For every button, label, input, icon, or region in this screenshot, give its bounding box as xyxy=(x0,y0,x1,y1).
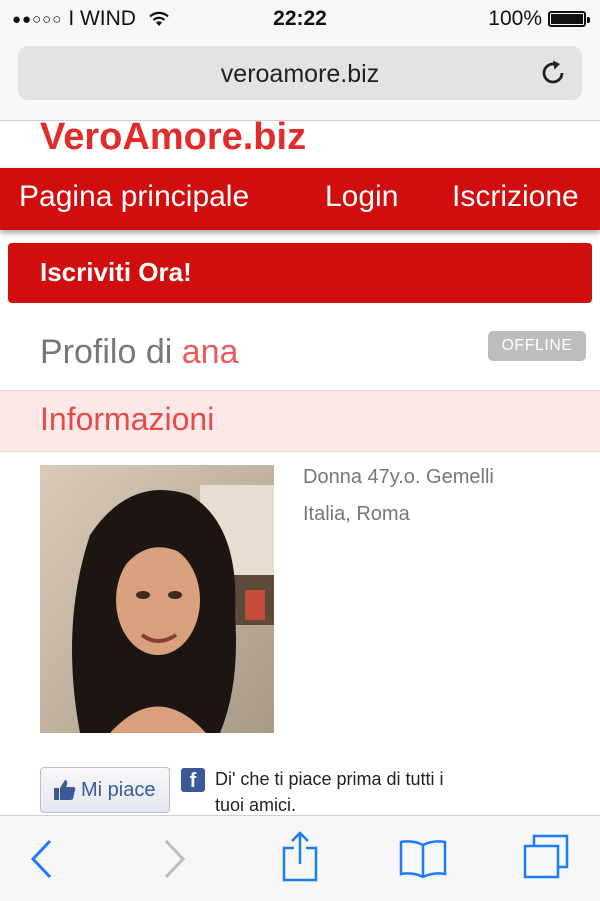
tabs-icon[interactable] xyxy=(522,834,570,880)
forward-arrow-icon[interactable] xyxy=(162,838,188,880)
facebook-icon: f xyxy=(181,768,205,792)
bookmarks-icon[interactable] xyxy=(398,838,448,878)
browser-address-area: veroamore.biz xyxy=(0,38,600,121)
signup-now-label: Iscriviti Ora! xyxy=(40,257,192,287)
site-logo[interactable]: VeroAmore.biz xyxy=(40,116,306,159)
profile-photo-image xyxy=(40,465,274,733)
profile-name: ana xyxy=(181,333,239,371)
facebook-like-text: Di' che ti piace prima di tutti i tuoi a… xyxy=(215,769,444,815)
signup-now-button[interactable]: Iscriviti Ora! xyxy=(8,243,592,303)
profile-details-gender-age: Donna 47y.o. Gemelli xyxy=(303,466,494,488)
nav-item-home[interactable]: Pagina principale xyxy=(19,180,249,214)
info-section-header: Informazioni xyxy=(0,390,600,452)
address-bar[interactable]: veroamore.biz xyxy=(18,46,582,100)
profile-photo[interactable] xyxy=(40,465,274,733)
like-label: Mi piace xyxy=(81,779,156,801)
facebook-like-button[interactable]: Mi piace xyxy=(40,767,170,813)
thumbs-up-icon xyxy=(54,780,76,800)
profile-title-prefix: Profilo di xyxy=(40,333,173,371)
url-text: veroamore.biz xyxy=(220,60,380,88)
profile-details-location: Italia, Roma xyxy=(303,503,410,525)
nav-item-signup[interactable]: Iscrizione xyxy=(452,180,579,214)
status-bar: ●●○○○ I WIND 22:22 100% xyxy=(0,0,600,38)
battery-percent: 100% xyxy=(488,7,542,30)
reload-icon[interactable] xyxy=(538,58,568,88)
back-arrow-icon[interactable] xyxy=(28,838,54,880)
main-nav: Pagina principale Login Iscrizione xyxy=(0,168,600,230)
nav-item-login[interactable]: Login xyxy=(325,180,398,214)
browser-toolbar xyxy=(0,815,600,901)
status-badge: OFFLINE xyxy=(488,331,586,361)
section-title: Informazioni xyxy=(40,401,215,437)
profile-title: Profilo di ana xyxy=(40,333,238,372)
battery-icon xyxy=(548,11,590,27)
share-icon[interactable] xyxy=(281,830,319,882)
